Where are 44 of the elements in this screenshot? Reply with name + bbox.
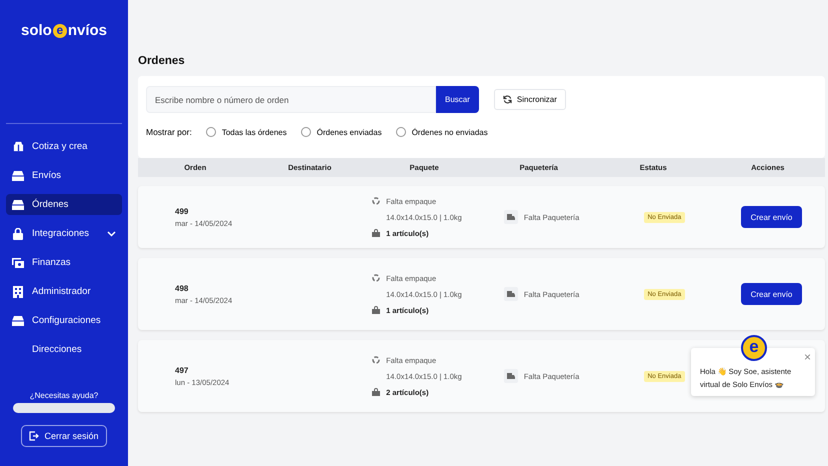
bag-icon (372, 229, 380, 237)
sidebar-item[interactable]: Administrador (6, 281, 122, 302)
order-number: 498 (175, 284, 190, 292)
refresh-icon (502, 95, 512, 104)
logout-button[interactable]: Cerrar sesión (21, 425, 107, 447)
search-button[interactable]: Buscar (436, 86, 479, 113)
recycle-icon (372, 356, 380, 364)
sidebar-item[interactable]: Integraciones (6, 223, 122, 244)
radio[interactable] (396, 127, 406, 137)
bag-icon (372, 388, 380, 396)
sidebar-item[interactable]: Envíos (6, 165, 122, 186)
create-shipment-button[interactable]: Crear envío (740, 283, 802, 305)
recycle-icon (372, 274, 380, 282)
radio-option[interactable]: Órdenes enviadas (300, 127, 382, 137)
sidebar-item[interactable]: Órdenes (6, 194, 122, 215)
tray-icon (12, 316, 24, 326)
lock-icon (13, 228, 23, 240)
radio-option[interactable]: Órdenes no enviadas (396, 127, 488, 137)
search-field[interactable]: Escribe nombre o número de orden (146, 86, 436, 113)
assistant-avatar: e (741, 335, 767, 361)
bag-icon (372, 306, 380, 314)
logout-icon (29, 431, 40, 441)
create-shipment-button[interactable]: Crear envío (740, 206, 802, 228)
sidebar-item[interactable]: Finanzas (6, 252, 122, 273)
sync-button[interactable]: Sincronizar (494, 89, 566, 110)
order-number: 499 (175, 206, 190, 216)
radio-option[interactable]: Todas las órdenes (206, 127, 287, 137)
order-number: 497 (175, 366, 190, 374)
sidebar-item[interactable]: Direcciones (6, 339, 122, 360)
sidebar-item[interactable]: Configuraciones (6, 310, 122, 331)
box-icon (12, 141, 24, 152)
radio[interactable] (300, 127, 311, 137)
radio[interactable] (206, 127, 216, 137)
close-button[interactable]: × (804, 350, 811, 364)
help-text: ¿Necesitas ayuda? (30, 391, 98, 400)
tray-icon (12, 200, 24, 210)
filter-label: Mostrar por: (146, 127, 192, 137)
tray-icon (12, 170, 24, 180)
logo: solo e nvíos (20, 21, 108, 41)
cash-icon (12, 258, 24, 268)
building-icon (13, 286, 23, 298)
sidebar-item[interactable]: Cotiza y crea (6, 136, 122, 157)
page-title: Ordenes (138, 55, 186, 67)
recycle-icon (372, 197, 380, 205)
